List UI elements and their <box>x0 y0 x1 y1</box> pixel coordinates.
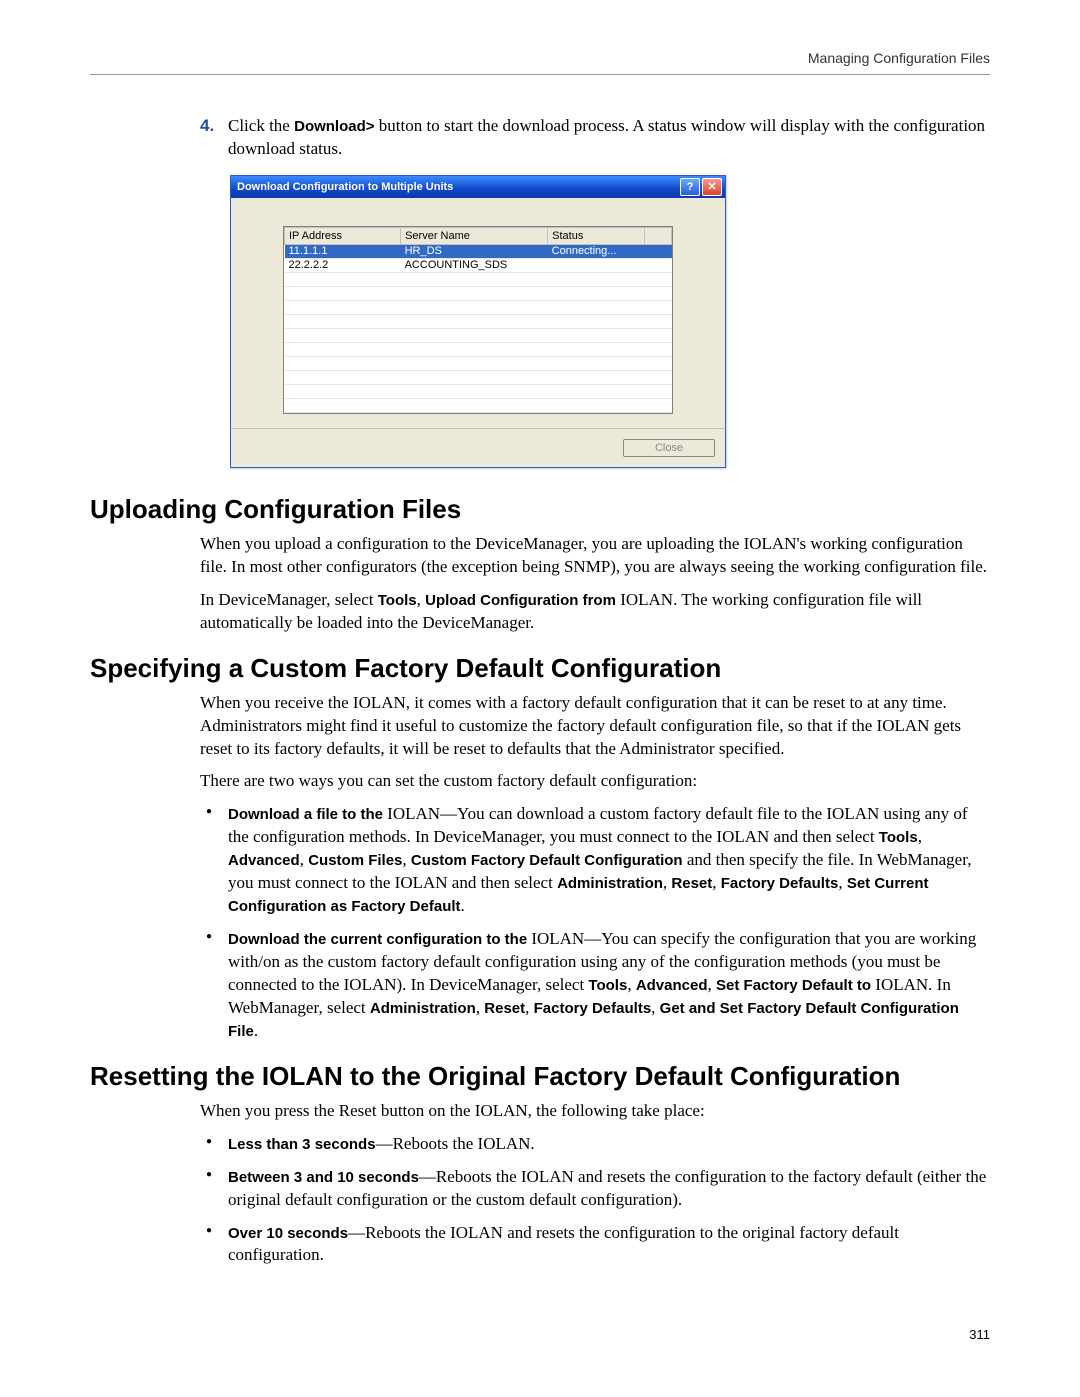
sec1-p1: When you upload a configuration to the D… <box>200 533 990 579</box>
download-button-label: Download> <box>294 118 374 135</box>
page-number: 311 <box>90 1327 990 1342</box>
list-item: Less than 3 seconds—Reboots the IOLAN. <box>200 1133 990 1156</box>
close-button[interactable]: Close <box>623 439 715 457</box>
col-spacer <box>644 227 671 244</box>
col-ip[interactable]: IP Address <box>285 227 401 244</box>
table-row <box>285 384 672 398</box>
dialog-body: IP Address Server Name Status 11.1.1.1 H… <box>231 198 725 428</box>
dialog-footer: Close <box>231 428 725 467</box>
table-row <box>285 286 672 300</box>
table-row[interactable]: 22.2.2.2 ACCOUNTING_SDS <box>285 258 672 272</box>
sec3-list: Less than 3 seconds—Reboots the IOLAN. B… <box>200 1133 990 1268</box>
table-row <box>285 328 672 342</box>
status-grid: IP Address Server Name Status 11.1.1.1 H… <box>283 226 673 414</box>
sec1-p2: In DeviceManager, select Tools, Upload C… <box>200 589 990 635</box>
table-row <box>285 370 672 384</box>
list-item: Download a file to the IOLAN—You can dow… <box>200 803 990 918</box>
table-row <box>285 356 672 370</box>
heading-resetting: Resetting the IOLAN to the Original Fact… <box>90 1061 990 1092</box>
table-row[interactable]: 11.1.1.1 HR_DS Connecting... <box>285 244 672 258</box>
close-icon[interactable]: ✕ <box>702 178 722 196</box>
dialog-titlebar: Download Configuration to Multiple Units… <box>231 176 725 198</box>
table-row <box>285 272 672 286</box>
grid-header-row: IP Address Server Name Status <box>285 227 672 244</box>
heading-custom-default: Specifying a Custom Factory Default Conf… <box>90 653 990 684</box>
step-number: 4. <box>200 115 228 161</box>
dialog-window: Download Configuration to Multiple Units… <box>230 175 726 468</box>
dialog-title: Download Configuration to Multiple Units <box>237 181 678 193</box>
list-item: Download the current configuration to th… <box>200 928 990 1043</box>
table-row <box>285 300 672 314</box>
table-row <box>285 314 672 328</box>
step-4: 4. Click the Download> button to start t… <box>200 115 990 161</box>
step-text: Click the Download> button to start the … <box>228 115 990 161</box>
list-item: Over 10 seconds—Reboots the IOLAN and re… <box>200 1222 990 1268</box>
list-item: Between 3 and 10 seconds—Reboots the IOL… <box>200 1166 990 1212</box>
sec2-p1: When you receive the IOLAN, it comes wit… <box>200 692 990 761</box>
running-header: Managing Configuration Files <box>90 50 990 66</box>
sec3-p1: When you press the Reset button on the I… <box>200 1100 990 1123</box>
help-icon[interactable]: ? <box>680 178 700 196</box>
col-status[interactable]: Status <box>548 227 645 244</box>
document-page: Managing Configuration Files 4. Click th… <box>0 0 1080 1382</box>
table-row <box>285 342 672 356</box>
table-row <box>285 398 672 412</box>
header-divider <box>90 74 990 75</box>
heading-uploading: Uploading Configuration Files <box>90 494 990 525</box>
col-server[interactable]: Server Name <box>401 227 548 244</box>
sec2-p2: There are two ways you can set the custo… <box>200 770 990 793</box>
sec2-list: Download a file to the IOLAN—You can dow… <box>200 803 990 1042</box>
